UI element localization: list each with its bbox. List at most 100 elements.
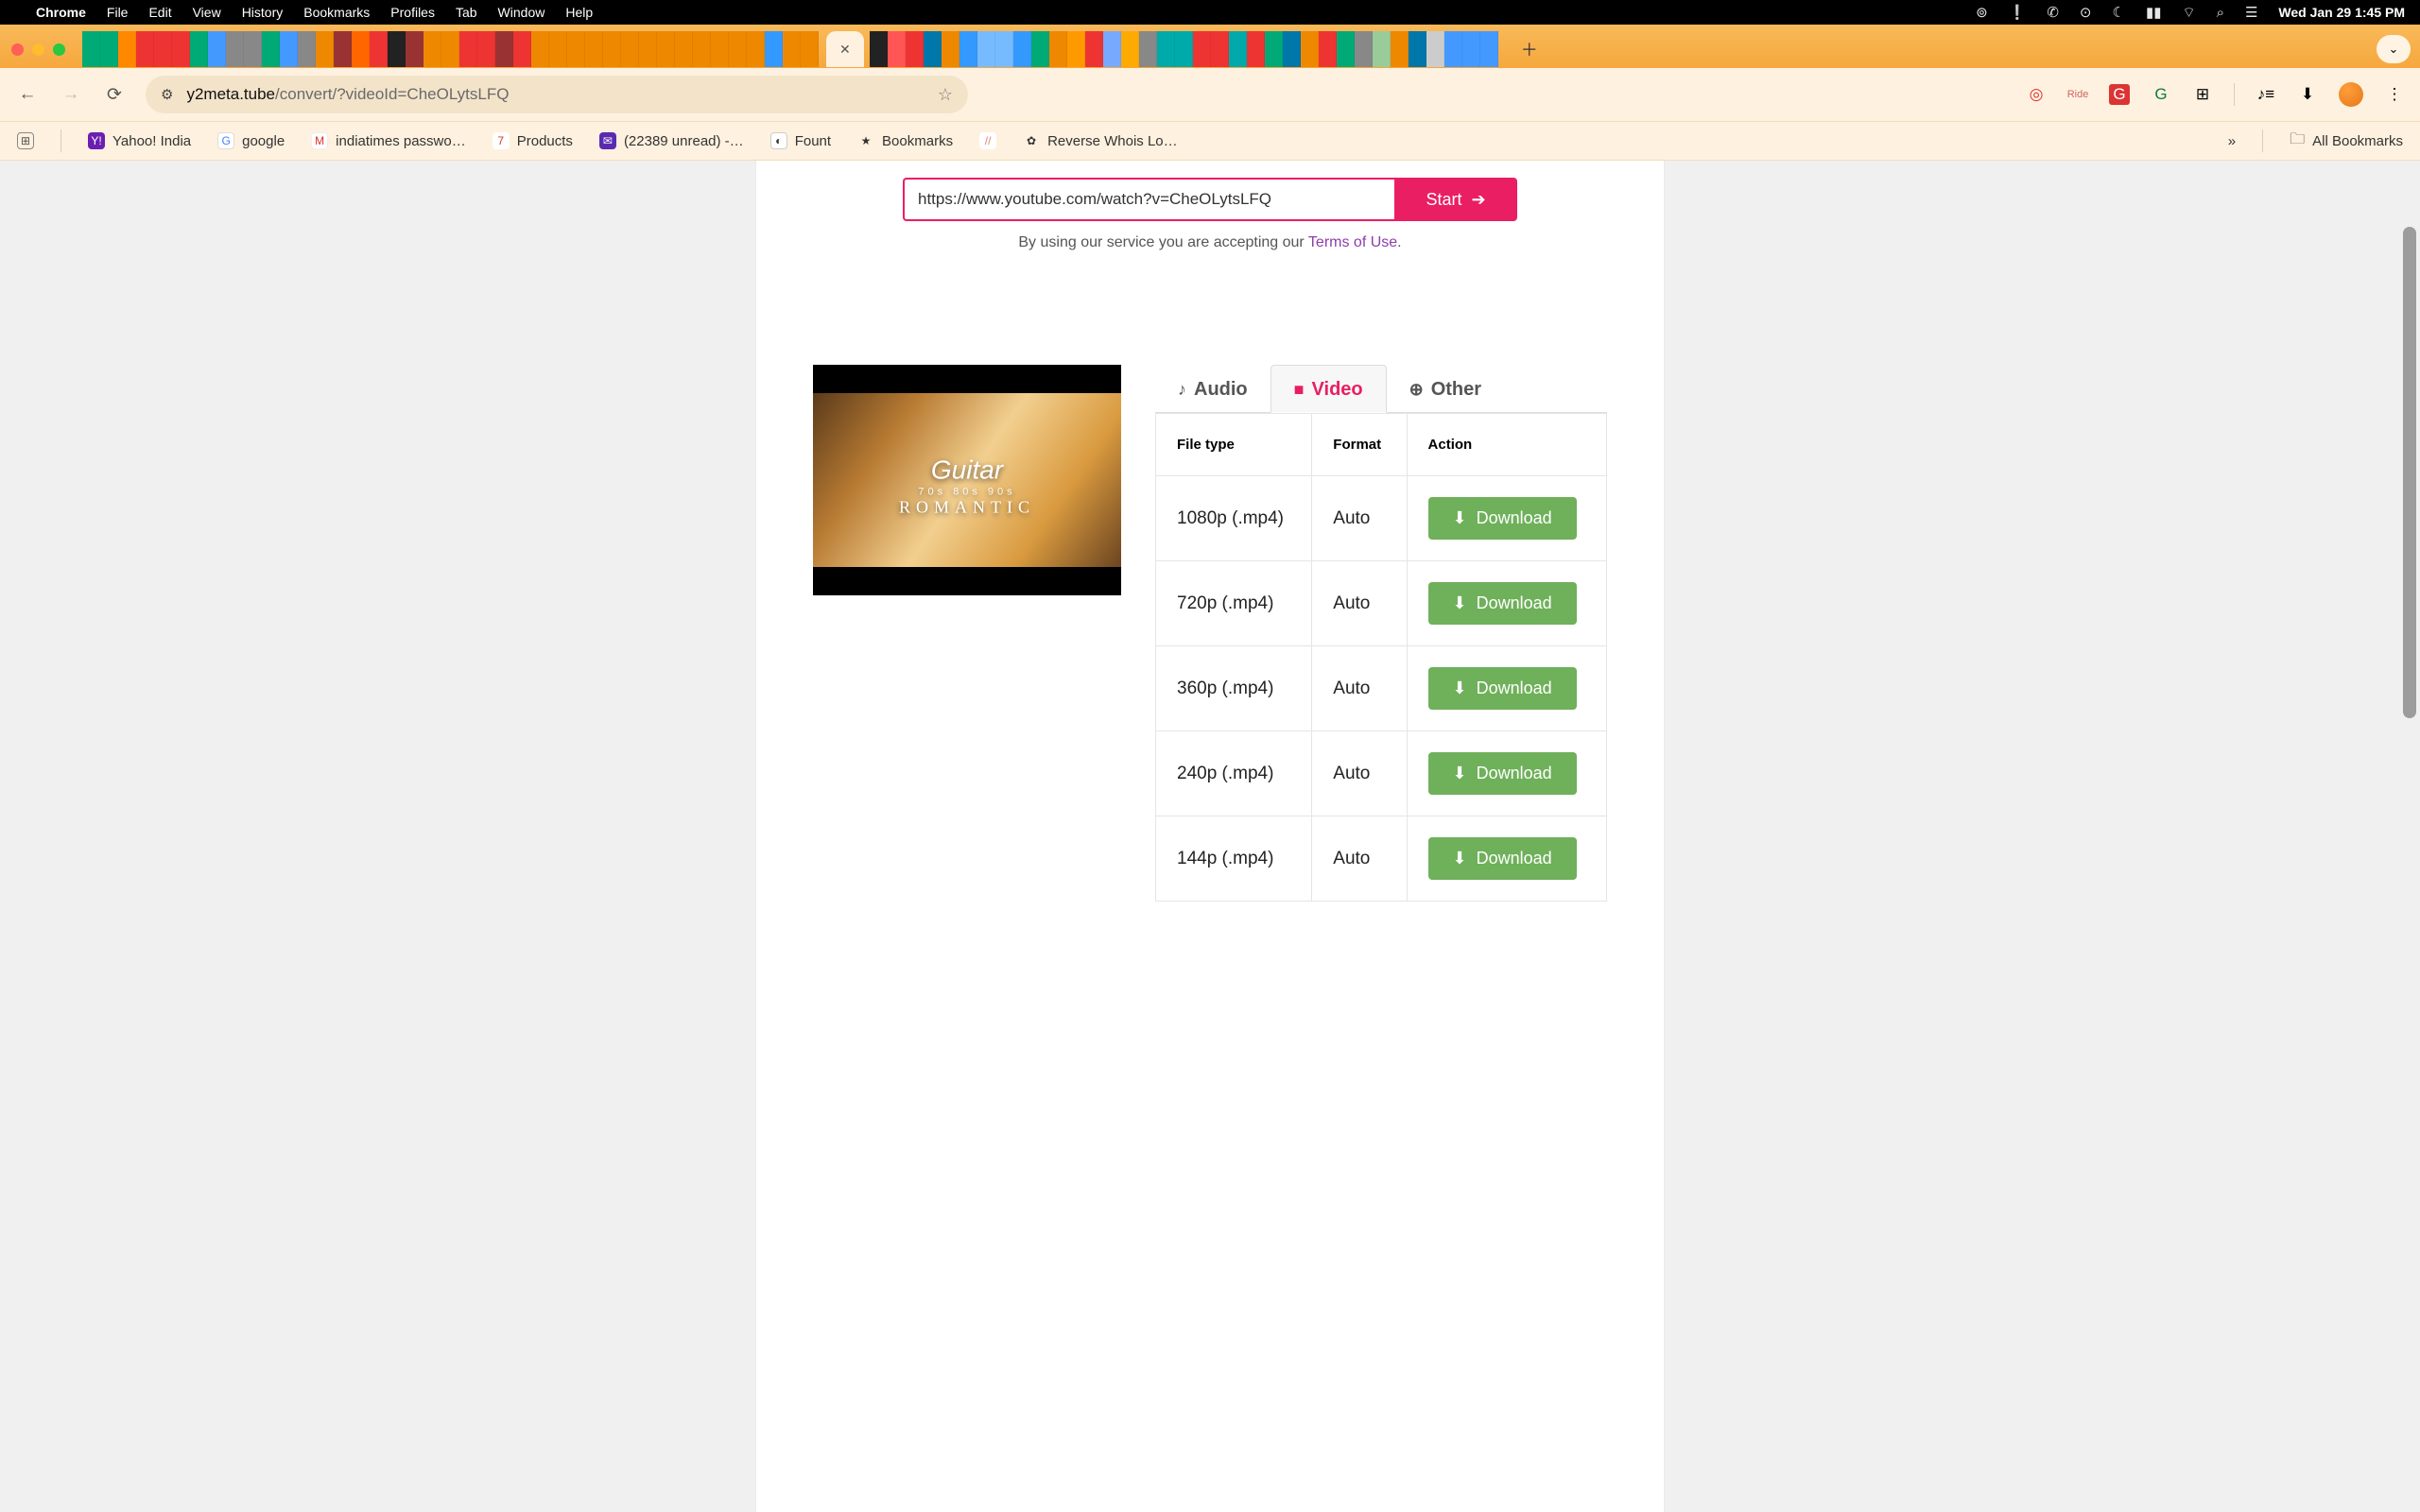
collapsed-tab[interactable] [190, 31, 208, 67]
downloads-icon[interactable]: ⬇ [2297, 84, 2318, 105]
bookmark-unread[interactable]: ✉(22389 unread) -… [599, 132, 744, 149]
notification-icon[interactable]: ❕ [2009, 4, 2027, 21]
collapsed-tab[interactable] [585, 31, 603, 67]
collapsed-tab[interactable] [1391, 31, 1409, 67]
bookmark-bookmarks[interactable]: ★Bookmarks [857, 132, 953, 149]
collapsed-tab[interactable] [244, 31, 262, 67]
collapsed-tab[interactable] [459, 31, 477, 67]
collapsed-tab[interactable] [924, 31, 942, 67]
menu-history[interactable]: History [242, 5, 284, 20]
extensions-puzzle-icon[interactable]: ⊞ [2192, 84, 2213, 105]
extension-icon-2[interactable]: Ride [2067, 84, 2088, 105]
collapsed-tab[interactable] [1013, 31, 1031, 67]
collapsed-tab[interactable] [424, 31, 441, 67]
collapsed-tab[interactable] [747, 31, 765, 67]
collapsed-tab[interactable] [675, 31, 693, 67]
menu-edit[interactable]: Edit [148, 5, 171, 20]
media-control-icon[interactable]: ♪≡ [2256, 84, 2276, 105]
video-url-input[interactable] [903, 178, 1394, 221]
extension-icon-4[interactable]: G [2151, 84, 2171, 105]
collapsed-tab[interactable] [1444, 31, 1462, 67]
menu-view[interactable]: View [193, 5, 221, 20]
page-scrollbar-track[interactable] [2403, 161, 2416, 1512]
collapsed-tab[interactable] [334, 31, 352, 67]
wifi-icon[interactable]: ⌔ [2182, 4, 2195, 22]
collapsed-tab[interactable] [549, 31, 567, 67]
bookmark-star-icon[interactable]: ☆ [938, 85, 953, 105]
collapsed-tab[interactable] [1229, 31, 1247, 67]
collapsed-tab[interactable] [783, 31, 801, 67]
tab-video[interactable]: ■Video [1270, 365, 1387, 413]
collapsed-tab[interactable] [531, 31, 549, 67]
menu-bookmarks[interactable]: Bookmarks [303, 5, 370, 20]
collapsed-tab[interactable] [977, 31, 995, 67]
download-button[interactable]: ⬇Download [1428, 667, 1577, 710]
download-button[interactable]: ⬇Download [1428, 837, 1577, 880]
active-app-name[interactable]: Chrome [36, 5, 86, 20]
menu-help[interactable]: Help [565, 5, 593, 20]
collapsed-tab[interactable] [870, 31, 888, 67]
collapsed-tab[interactable] [154, 31, 172, 67]
collapsed-tab[interactable] [1337, 31, 1355, 67]
collapsed-tab[interactable] [1373, 31, 1391, 67]
collapsed-tab[interactable] [226, 31, 244, 67]
new-tab-button[interactable]: ＋ [1513, 33, 1546, 65]
collapsed-tab[interactable] [621, 31, 639, 67]
collapsed-tab[interactable] [1283, 31, 1301, 67]
collapsed-tab[interactable] [1409, 31, 1426, 67]
collapsed-tab[interactable] [1139, 31, 1157, 67]
collapsed-tab[interactable] [118, 31, 136, 67]
menubar-clock[interactable]: Wed Jan 29 1:45 PM [2278, 5, 2405, 20]
profile-avatar[interactable] [2339, 82, 2363, 107]
collapsed-tab[interactable] [136, 31, 154, 67]
bookmark-indiatimes[interactable]: Mindiatimes passwo… [311, 132, 466, 149]
collapsed-tab[interactable] [1085, 31, 1103, 67]
bookmark-fount[interactable]: ◐Fount [770, 132, 831, 149]
collapsed-tab[interactable] [693, 31, 711, 67]
window-minimize-button[interactable] [32, 43, 44, 56]
do-not-disturb-icon[interactable]: ☾ [2112, 4, 2124, 21]
tab-audio[interactable]: ♪Audio [1155, 365, 1270, 412]
spotlight-icon[interactable]: ⌕ [2217, 5, 2224, 21]
menu-window[interactable]: Window [498, 5, 545, 20]
collapsed-tab[interactable] [1426, 31, 1444, 67]
window-zoom-button[interactable] [53, 43, 65, 56]
bookmark-products[interactable]: 7Products [493, 132, 573, 149]
tabs-dropdown-button[interactable]: ⌄ [2377, 35, 2411, 63]
tab-close-button[interactable]: ✕ [839, 42, 851, 58]
nav-back-button[interactable]: ← [15, 82, 40, 107]
collapsed-tab[interactable] [765, 31, 783, 67]
collapsed-tab[interactable] [906, 31, 924, 67]
collapsed-tab[interactable] [711, 31, 729, 67]
collapsed-tab[interactable] [1265, 31, 1283, 67]
nav-reload-button[interactable]: ⟳ [102, 82, 127, 107]
collapsed-tab[interactable] [729, 31, 747, 67]
collapsed-tab[interactable] [801, 31, 819, 67]
viber-icon[interactable]: ✆ [2047, 4, 2059, 21]
collapsed-tab[interactable] [639, 31, 657, 67]
nav-forward-button[interactable]: → [59, 82, 83, 107]
collapsed-tab[interactable] [888, 31, 906, 67]
collapsed-tab[interactable] [1480, 31, 1498, 67]
collapsed-tab[interactable] [1067, 31, 1085, 67]
bookmarks-overflow[interactable]: » [2228, 133, 2236, 149]
battery-icon[interactable]: ▮▮ [2146, 4, 2162, 21]
download-button[interactable]: ⬇Download [1428, 752, 1577, 795]
collapsed-tab[interactable] [495, 31, 513, 67]
collapsed-tab[interactable] [1462, 31, 1480, 67]
collapsed-tab[interactable] [1193, 31, 1211, 67]
window-close-button[interactable] [11, 43, 24, 56]
collapsed-tab[interactable] [1031, 31, 1049, 67]
collapsed-tab[interactable] [1157, 31, 1175, 67]
collapsed-tab[interactable] [406, 31, 424, 67]
collapsed-tab[interactable] [370, 31, 388, 67]
menu-file[interactable]: File [107, 5, 129, 20]
media-play-icon[interactable]: ⊙ [2080, 4, 2092, 21]
apps-shortcut[interactable]: ⊞ [17, 132, 34, 149]
chrome-menu-icon[interactable]: ⋮ [2384, 84, 2405, 105]
collapsed-tab[interactable] [172, 31, 190, 67]
bookmark-google[interactable]: Ggoogle [217, 132, 285, 149]
collapsed-tab[interactable] [388, 31, 406, 67]
collapsed-tab[interactable] [208, 31, 226, 67]
collapsed-tab[interactable] [1049, 31, 1067, 67]
